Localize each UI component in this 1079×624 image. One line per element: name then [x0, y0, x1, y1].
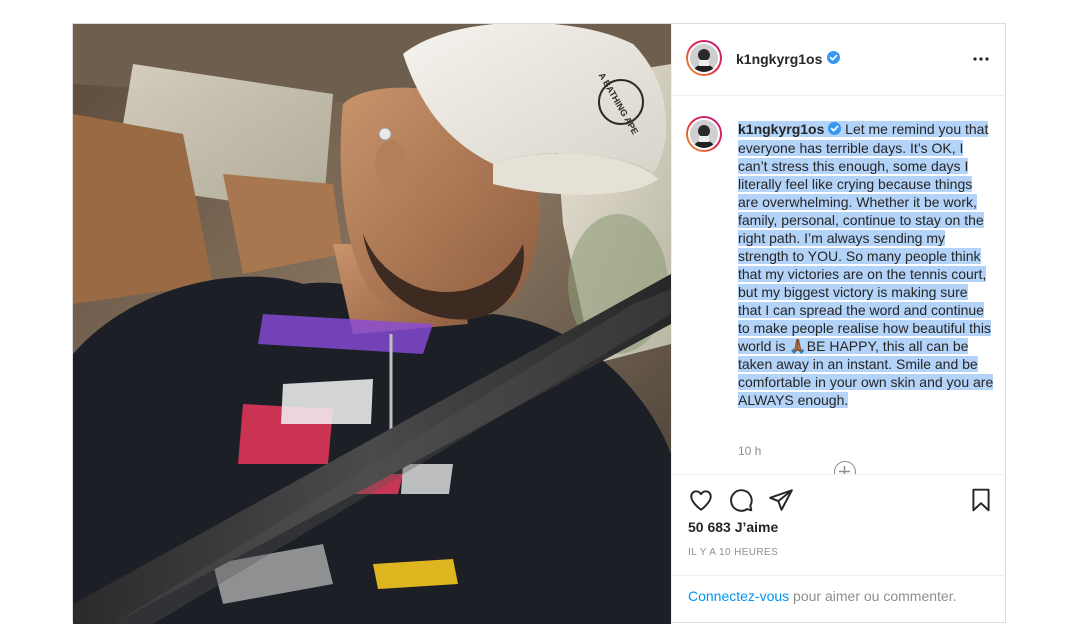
avatar[interactable]	[686, 40, 722, 76]
caption-body-part1: Let me remind you that everyone has terr…	[738, 121, 991, 355]
caption-avatar[interactable]	[686, 116, 722, 152]
caption-avatar-image	[688, 118, 720, 150]
plus-circle-icon[interactable]	[834, 461, 856, 474]
post-actions: 50 683 J’aime IL Y A 10 HEURES Connectez…	[672, 474, 1006, 624]
post-sidebar: k1ngkyrg1os k1ngkyrg1os Let me remind yo…	[671, 24, 1006, 624]
praying-hands-emoji: 🙏🏾	[789, 338, 807, 355]
more-options-icon[interactable]	[972, 52, 990, 64]
caption-avatar-illustration	[690, 120, 718, 148]
bookmark-icon[interactable]	[968, 487, 994, 513]
avatar-illustration	[690, 44, 718, 72]
photo-illustration: A BATHING APE	[73, 24, 671, 624]
header-username-row: k1ngkyrg1os	[736, 51, 840, 69]
caption-text: k1ngkyrg1os Let me remind you that every…	[738, 120, 994, 409]
login-prompt: Connectez-vous pour aimer ou commenter.	[672, 575, 1006, 616]
comment-icon[interactable]	[728, 487, 754, 513]
caption-timestamp[interactable]: 10 h	[738, 444, 761, 458]
caption-username[interactable]: k1ngkyrg1os	[738, 121, 824, 137]
caption-verified-icon	[828, 121, 842, 139]
post-header: k1ngkyrg1os	[672, 24, 1006, 96]
heart-icon[interactable]	[688, 487, 714, 513]
post-time-ago[interactable]: IL Y A 10 HEURES	[688, 547, 778, 558]
post-card: A BATHING APE k1ngkyrg1os k1ngkyrg1os Le…	[72, 23, 1006, 624]
login-link[interactable]: Connectez-vous	[688, 588, 789, 604]
post-photo[interactable]: A BATHING APE	[73, 24, 671, 624]
header-username[interactable]: k1ngkyrg1os	[736, 51, 822, 67]
share-icon[interactable]	[768, 487, 794, 513]
login-prompt-text: pour aimer ou commenter.	[789, 588, 957, 604]
comments-area: k1ngkyrg1os Let me remind you that every…	[672, 96, 1006, 474]
verified-badge-icon	[826, 51, 840, 69]
avatar-image	[688, 42, 720, 74]
likes-count[interactable]: 50 683 J’aime	[688, 519, 778, 535]
